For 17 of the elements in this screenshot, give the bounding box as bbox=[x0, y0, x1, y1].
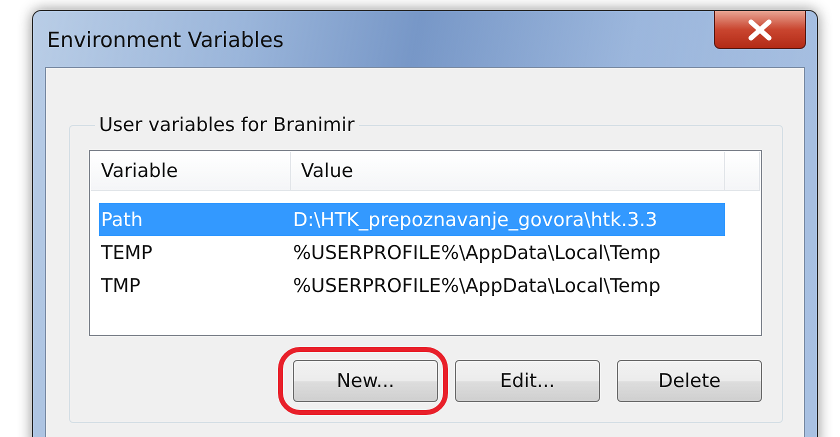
group-label: User variables for Branimir bbox=[98, 114, 356, 136]
column-header[interactable]: Variable bbox=[91, 152, 291, 190]
close-icon bbox=[747, 18, 773, 40]
variable-value: %USERPROFILE%\AppData\Local\Temp bbox=[293, 242, 661, 264]
dialog-button[interactable]: Edit... bbox=[455, 360, 600, 402]
list-row[interactable]: TEMP %USERPROFILE%\AppData\Local\Temp bbox=[99, 236, 725, 269]
close-button[interactable] bbox=[714, 11, 806, 49]
variable-name: TEMP bbox=[100, 242, 154, 264]
window-title: Environment Variables bbox=[47, 28, 284, 52]
variable-name: Path bbox=[100, 208, 144, 230]
dialog-button[interactable]: New... bbox=[293, 360, 438, 402]
variable-value: %USERPROFILE%\AppData\Local\Temp bbox=[293, 274, 661, 296]
variable-name: TMP bbox=[100, 274, 142, 296]
column-header[interactable]: Value bbox=[291, 152, 725, 190]
variable-value: D:\HTK_prepoznavanje_govora\htk.3.3 bbox=[293, 208, 658, 230]
list-row[interactable]: TMP %USERPROFILE%\AppData\Local\Temp bbox=[99, 269, 725, 302]
dialog-button[interactable]: Delete bbox=[617, 360, 762, 402]
